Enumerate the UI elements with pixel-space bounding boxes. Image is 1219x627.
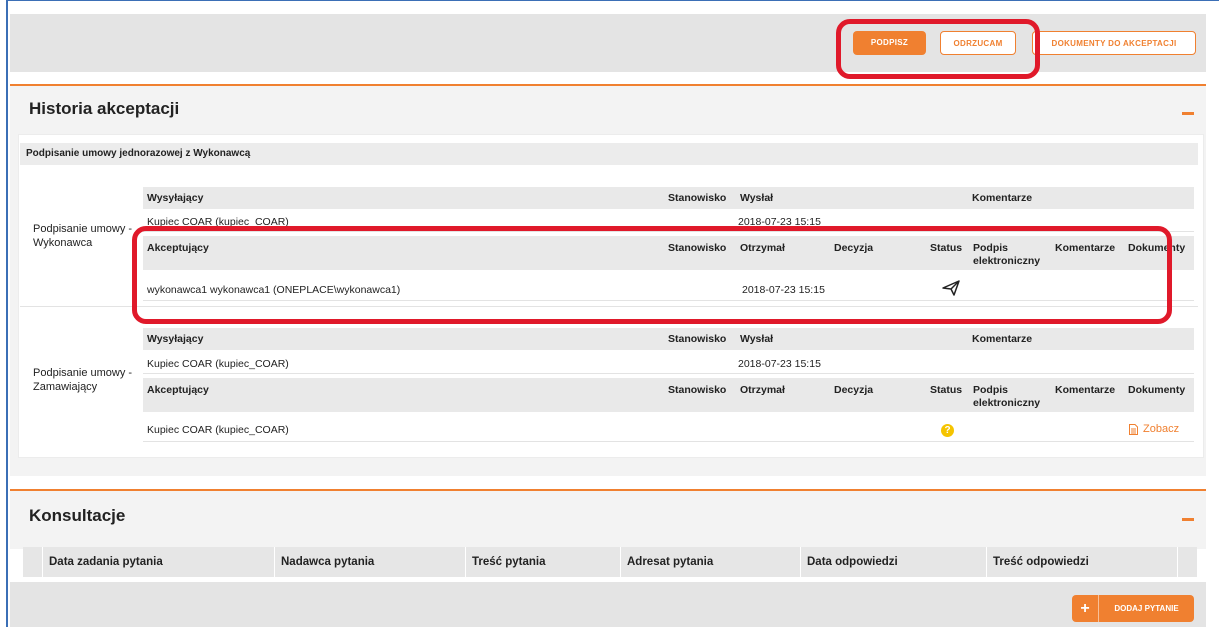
col-question-date: Data zadania pytania [49, 556, 163, 568]
col-decision: Decyzja [834, 384, 874, 396]
col-position: Stanowisko [668, 192, 727, 204]
add-question-button[interactable]: + DODAJ PYTANIE [1072, 595, 1194, 622]
col-question-sender: Nadawca pytania [281, 556, 375, 568]
col-status: Status [930, 242, 963, 254]
history-title: Historia akceptacji [29, 99, 180, 118]
col-status: Status [930, 384, 963, 396]
view-document-link[interactable]: Zobacz [1129, 423, 1179, 435]
col-received: Otrzymał [740, 384, 785, 396]
sent-date: 2018-07-23 15:15 [738, 358, 821, 370]
collapse-consultations-icon[interactable] [1182, 518, 1194, 521]
col-documents: Dokumenty [1128, 384, 1186, 396]
col-comments: Komentarze [1055, 384, 1116, 396]
col-acceptor: Akceptujący [147, 242, 209, 254]
consultations-footer [10, 582, 1206, 627]
col-question-recipient: Adresat pytania [627, 556, 714, 568]
col-sent: Wysłał [740, 333, 774, 345]
received-date: 2018-07-23 15:15 [742, 284, 825, 296]
sender-name: Kupiec COAR (kupiec_COAR) [147, 358, 289, 370]
action-toolbar: PODPISZ ODRZUCAM DOKUMENTY DO AKCEPTACJI [10, 14, 1206, 72]
step-name: Podpisanie umowy - Wykonawca [33, 223, 133, 249]
divider [143, 300, 1194, 301]
col-sender: Wysyłający [147, 333, 204, 345]
consultations-section [10, 489, 1206, 549]
col-comments: Komentarze [972, 333, 1033, 345]
paper-plane-icon [942, 280, 960, 299]
divider [20, 306, 1198, 307]
col-answer-date: Data odpowiedzi [807, 556, 898, 568]
sign-button[interactable]: PODPISZ [853, 31, 926, 55]
sender-name: Kupiec COAR (kupiec_COAR) [147, 216, 289, 228]
col-position: Stanowisko [668, 242, 727, 254]
reject-button[interactable]: ODRZUCAM [940, 31, 1016, 55]
col-signature: Podpis elektroniczny [973, 242, 1041, 267]
col-position: Stanowisko [668, 384, 727, 396]
divider [42, 547, 43, 577]
window-frame-left [6, 0, 8, 627]
col-question-content: Treść pytania [472, 556, 546, 568]
document-icon [1129, 423, 1138, 435]
documents-to-accept-button[interactable]: DOKUMENTY DO AKCEPTACJI [1032, 31, 1196, 55]
consultations-title: Konsultacje [29, 506, 126, 525]
divider [143, 373, 1194, 374]
sent-date: 2018-07-23 15:15 [738, 216, 821, 228]
divider [986, 547, 987, 577]
col-position: Stanowisko [668, 333, 727, 345]
col-received: Otrzymał [740, 242, 785, 254]
col-comments: Komentarze [1055, 242, 1116, 254]
divider [465, 547, 466, 577]
add-question-label: DODAJ PYTANIE [1114, 604, 1179, 613]
col-documents: Dokumenty [1128, 242, 1186, 254]
plus-icon: + [1072, 595, 1099, 622]
collapse-history-icon[interactable] [1182, 112, 1194, 115]
col-signature: Podpis elektroniczny [973, 384, 1041, 409]
divider [620, 547, 621, 577]
divider [143, 441, 1194, 442]
window-frame-top [6, 0, 1219, 1]
col-answer-content: Treść odpowiedzi [993, 556, 1089, 568]
acceptor-name: Kupiec COAR (kupiec_COAR) [147, 424, 289, 436]
group-title: Podpisanie umowy jednorazowej z Wykonawc… [26, 148, 251, 159]
col-decision: Decyzja [834, 242, 874, 254]
step-name: Podpisanie umowy - Zamawiający [33, 367, 133, 393]
view-document-label: Zobacz [1143, 423, 1180, 435]
question-icon: ? [941, 424, 954, 437]
col-sent: Wysłał [740, 192, 774, 204]
col-sender: Wysyłający [147, 192, 204, 204]
divider [1177, 547, 1178, 577]
col-comments: Komentarze [972, 192, 1033, 204]
divider [143, 231, 1194, 232]
acceptor-name: wykonawca1 wykonawca1 (ONEPLACE\wykonawc… [147, 284, 401, 296]
divider [274, 547, 275, 577]
col-acceptor: Akceptujący [147, 384, 209, 396]
divider [800, 547, 801, 577]
